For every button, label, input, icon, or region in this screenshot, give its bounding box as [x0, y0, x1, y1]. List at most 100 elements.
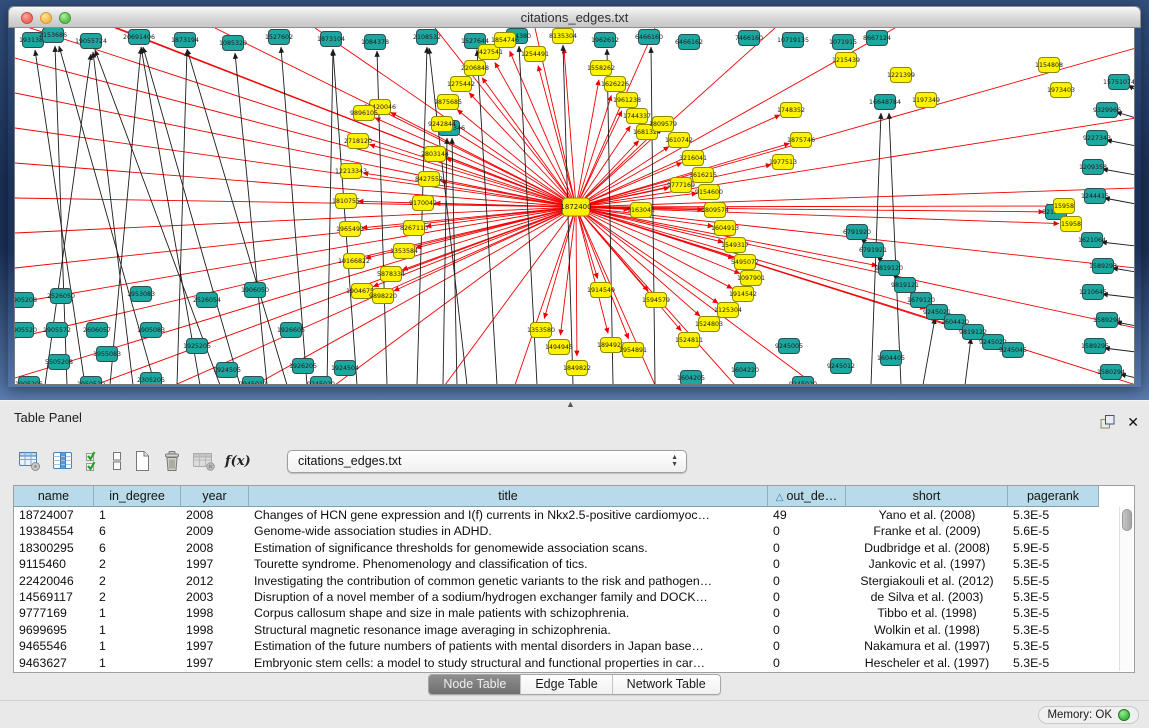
table-options-button[interactable]: [18, 448, 42, 474]
create-column-button[interactable]: [132, 448, 152, 474]
table-row[interactable]: 1830029562008Estimation of significance …: [14, 540, 1118, 556]
tab-network-table[interactable]: Network Table: [612, 675, 720, 694]
table-cell: 1997: [181, 638, 249, 654]
graph-edge: [15, 207, 576, 303]
graph-node-label: 1604220: [731, 367, 759, 374]
column-header-short[interactable]: short: [846, 486, 1008, 507]
table-cell: Disruption of a novel member of a sodium…: [249, 589, 768, 605]
table-row[interactable]: 1872400712008Changes of HCN gene express…: [14, 507, 1118, 523]
graph-node-label: 1925205: [183, 343, 211, 350]
network-window-title: citations_edges.txt: [9, 10, 1140, 25]
network-window: citations_edges.txt 19313832153686190557…: [8, 6, 1141, 387]
table-cell: Structural magnetic resonance image aver…: [249, 622, 768, 638]
graph-node-label: 9242844: [428, 121, 456, 128]
show-columns-button[interactable]: [51, 448, 75, 474]
table-row[interactable]: 911546021997Tourette syndrome. Phenomeno…: [14, 556, 1118, 572]
graph-node-label: 12213343: [335, 168, 367, 175]
table-row[interactable]: 946362711997Embryonic stem cells: a mode…: [14, 655, 1118, 671]
graph-node-label: 9819122: [959, 329, 987, 336]
graph-node-label: 1873104: [317, 36, 345, 43]
table-row[interactable]: 977716911998Corpus callosum shape and si…: [14, 605, 1118, 621]
table-cell: 5.5E-5: [1008, 573, 1099, 589]
graph-edge: [110, 48, 141, 385]
column-header-pagerank[interactable]: pagerank: [1008, 486, 1099, 507]
row-tools-button[interactable]: [111, 448, 123, 474]
scrollbar-thumb[interactable]: [1122, 509, 1132, 531]
graph-node-label: 1589295: [1081, 343, 1109, 350]
green-checks-icon: [84, 450, 102, 472]
close-panel-button[interactable]: ✕: [1127, 415, 1139, 429]
graph-node-label: 1954891: [619, 347, 647, 354]
table-cell: 5.9E-5: [1008, 540, 1099, 556]
table-cell: Hescheler et al. (1997): [846, 655, 1008, 671]
column-header-title[interactable]: title: [249, 486, 768, 507]
tab-edge-table[interactable]: Edge Table: [520, 675, 611, 694]
graph-node-label: 1926605: [277, 327, 305, 334]
graph-node-label: 1905520: [15, 327, 37, 334]
function-builder-button[interactable]: f(x): [225, 448, 251, 474]
graph-node-label: 2305205: [137, 377, 165, 384]
table-cell: 9463627: [14, 655, 94, 671]
column-header-out_de[interactable]: △out_de…: [768, 486, 846, 507]
table-panel-header: Table Panel ✕: [0, 407, 1149, 431]
table-selector-dropdown[interactable]: citations_edges.txt ▲▼: [287, 450, 687, 473]
table-cell: Genome-wide association studies in ADHD.: [249, 523, 768, 539]
tab-node-table[interactable]: Node Table: [429, 675, 520, 694]
table-cell: 0: [768, 540, 846, 556]
table-cell: 6: [94, 540, 181, 556]
graph-node-label: 15958: [1054, 203, 1074, 210]
graph-node-label: 1275442: [447, 81, 475, 88]
network-graph[interactable]: 1931383215368619055724206914061873194108…: [15, 28, 1135, 385]
float-panel-button[interactable]: [1100, 409, 1115, 435]
table-cell: 22420046: [14, 573, 94, 589]
graph-node-label: 9245020: [307, 381, 335, 385]
column-header-year[interactable]: year: [181, 486, 249, 507]
graph-node-label: 1244415: [1081, 193, 1109, 200]
table-selector-value: citations_edges.txt: [298, 454, 402, 468]
graph-node-label: 1604913: [711, 225, 739, 232]
network-window-titlebar[interactable]: citations_edges.txt: [8, 6, 1141, 28]
graph-node-label: 9245020: [789, 381, 817, 385]
column-header-in_degree[interactable]: in_degree: [94, 486, 181, 507]
graph-node-label: 1914549: [587, 287, 615, 294]
graph-node-label: 9245005: [775, 343, 803, 350]
table-row[interactable]: 946554611997Estimation of the future num…: [14, 638, 1118, 654]
delete-columns-button[interactable]: [161, 448, 183, 474]
graph-edge: [177, 50, 187, 385]
graph-node-label: 2206848: [461, 65, 489, 72]
table-cell: 1998: [181, 622, 249, 638]
graph-node-label: 6466160: [635, 34, 663, 41]
graph-node-label: 1524803: [695, 321, 723, 328]
graph-edge: [235, 53, 267, 385]
table-cell: Stergiakouli et al. (2012): [846, 573, 1008, 589]
table-scrollbar[interactable]: [1119, 507, 1133, 671]
graph-node-label: 1621064: [1078, 237, 1106, 244]
table-row[interactable]: 1456911722003Disruption of a novel membe…: [14, 589, 1118, 605]
graph-node-label: 1353584: [390, 248, 418, 255]
graph-edge: [115, 28, 576, 207]
table-cell: Franke et al. (2009): [846, 523, 1008, 539]
new-document-icon: [132, 450, 152, 472]
table-cell: 18300295: [14, 540, 94, 556]
graph-edge: [15, 198, 576, 207]
cytoscape-desktop: citations_edges.txt 19313832153686190557…: [0, 0, 1149, 402]
fx-icon: f(x): [225, 454, 251, 469]
table-row[interactable]: 1938455462009Genome-wide association stu…: [14, 523, 1118, 539]
column-header-name[interactable]: name: [14, 486, 94, 507]
table-row[interactable]: 969969511998Structural magnetic resonanc…: [14, 622, 1118, 638]
disabled-table-icon: [192, 450, 216, 472]
graph-edge: [923, 318, 935, 385]
table-cell: 9777169: [14, 605, 94, 621]
table-tabs-row: Node TableEdge TableNetwork Table: [0, 674, 1149, 698]
graph-node-label: 1950520: [77, 381, 105, 385]
network-canvas[interactable]: 1931383215368619055724206914061873194108…: [14, 28, 1135, 385]
graph-node-label: 9245045: [999, 347, 1027, 354]
delete-table-button[interactable]: [192, 448, 216, 474]
table-row[interactable]: 2242004622012Investigating the contribut…: [14, 573, 1118, 589]
memory-status[interactable]: Memory: OK: [1038, 706, 1139, 724]
select-all-functions-button[interactable]: [84, 448, 102, 474]
graph-node-label: 1810755: [332, 198, 360, 205]
graph-node-label: 1097901: [737, 275, 765, 282]
graph-node-label: 9163041: [627, 207, 655, 214]
table-cell: 2: [94, 556, 181, 572]
